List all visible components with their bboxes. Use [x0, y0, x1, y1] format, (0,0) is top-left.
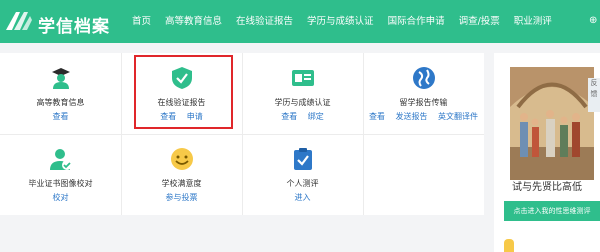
nav-international[interactable]: 国际合作申请 [388, 0, 445, 43]
tile-study-abroad: 留学报告传输 查看 发送报告 英文翻译件 [363, 53, 484, 134]
view-link[interactable]: 查看 [281, 112, 297, 121]
tile-links: 查看 发送报告 英文翻译件 [363, 111, 484, 122]
brand-name: 学信档案 [38, 17, 110, 37]
nav-higher-education[interactable]: 高等教育信息 [165, 0, 222, 43]
smiley-icon [170, 148, 193, 170]
tile-school-satisfaction: 学校满意度 参与投票 [121, 134, 242, 215]
clipboard-check-icon [293, 148, 312, 170]
tile-links: 查看 [0, 111, 121, 122]
tile-label: 留学报告传输 [399, 98, 448, 107]
nav-home[interactable]: 首页 [132, 0, 151, 43]
nav-online-verification[interactable]: 在线验证报告 [236, 0, 293, 43]
highlight-box [134, 55, 233, 129]
verify-link[interactable]: 校对 [53, 193, 69, 202]
tile-links: 查看 绑定 [242, 111, 363, 122]
tile-label: 学校满意度 [161, 179, 202, 188]
nav-certification[interactable]: 学历与成绩认证 [307, 0, 374, 43]
tile-links: 校对 [0, 192, 121, 203]
site-logo[interactable]: 学信档案 [4, 8, 110, 37]
tile-links: 参与投票 [121, 192, 242, 203]
view-link[interactable]: 查看 [53, 112, 69, 121]
graduate-icon [51, 68, 70, 89]
promo-caption: 试与先贤比高低 [512, 182, 582, 193]
tile-links: 进入 [242, 192, 363, 203]
nav-survey[interactable]: 调查/投票 [459, 0, 500, 43]
promo-sidebar: 试与先贤比高低 点击进入我的性思维测评 反馈 [494, 53, 600, 252]
nav-career[interactable]: 职业测评 [514, 0, 552, 43]
main-nav: 首页 高等教育信息 在线验证报告 学历与成绩认证 国际合作申请 调查/投票 职业… [132, 0, 566, 43]
tile-label: 毕业证书图像校对 [28, 179, 93, 188]
user-check-icon [49, 149, 72, 170]
tile-certificate-check: 毕业证书图像校对 校对 [0, 134, 121, 215]
id-card-icon [291, 70, 314, 86]
translation-link[interactable]: 英文翻译件 [438, 112, 478, 121]
grid-divider [363, 134, 364, 215]
painting-illustration [510, 67, 594, 180]
book-logo-icon [6, 12, 32, 30]
send-report-link[interactable]: 发送报告 [396, 112, 428, 121]
globe-icon [412, 67, 435, 89]
tile-label: 学历与成绩认证 [274, 98, 331, 107]
decoration-shape [504, 239, 514, 252]
service-grid: 高等教育信息 查看 在线验证报告 查看 申请 学历与成绩认证 查看 绑定 留学报… [0, 53, 484, 215]
vote-link[interactable]: 参与投票 [166, 193, 198, 202]
tile-certification: 学历与成绩认证 查看 绑定 [242, 53, 363, 134]
enter-link[interactable]: 进入 [295, 193, 311, 202]
promo-image[interactable] [510, 67, 594, 180]
tile-label: 个人测评 [286, 179, 319, 188]
tile-higher-education: 高等教育信息 查看 [0, 53, 121, 134]
feedback-tab[interactable]: 反馈 [588, 78, 600, 112]
tile-personal-assessment: 个人测评 进入 [242, 134, 363, 215]
tile-label: 高等教育信息 [36, 98, 85, 107]
bind-link[interactable]: 绑定 [308, 112, 324, 121]
top-navigation-bar: 学信档案 首页 高等教育信息 在线验证报告 学历与成绩认证 国际合作申请 调查/… [0, 0, 600, 43]
user-icon[interactable]: ⊕ [589, 16, 597, 26]
promo-enter-button[interactable]: 点击进入我的性思维测评 [504, 201, 600, 221]
view-link[interactable]: 查看 [369, 112, 385, 121]
